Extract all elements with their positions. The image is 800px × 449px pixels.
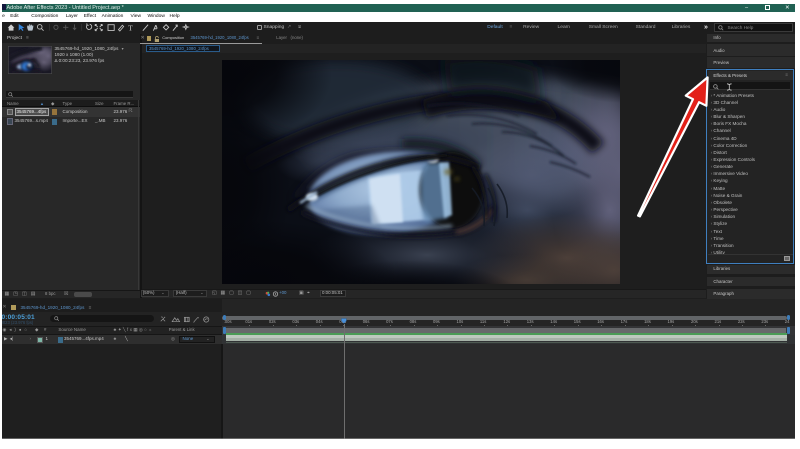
svg-text:T: T: [128, 24, 133, 32]
